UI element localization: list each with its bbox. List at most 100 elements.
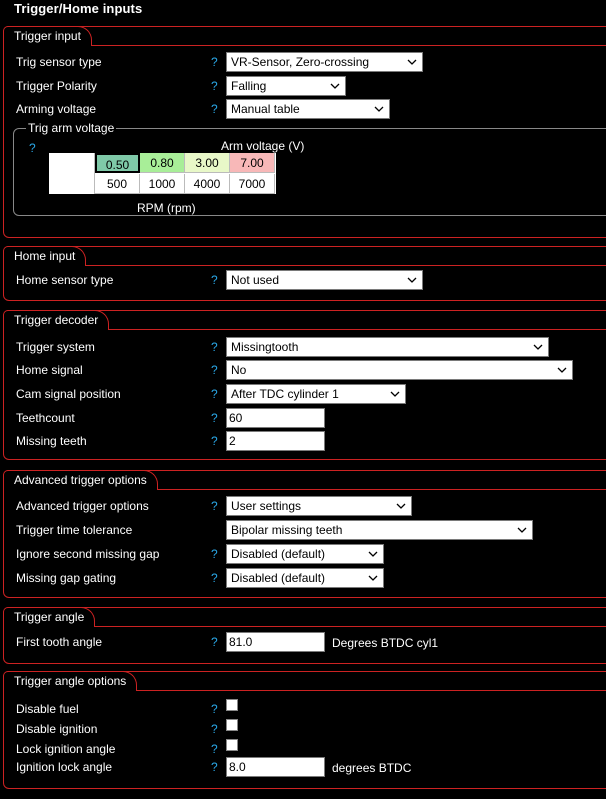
help-icon[interactable]: ? <box>211 55 218 69</box>
help-icon[interactable]: ? <box>211 722 218 736</box>
ignition-lock-angle-input[interactable]: 8.0 <box>226 757 325 777</box>
select-value: User settings <box>231 499 302 513</box>
section-header: Trigger input <box>3 26 606 46</box>
help-icon[interactable]: ? <box>211 273 218 287</box>
field-label: Ignore second missing gap <box>16 547 160 561</box>
trig-sensor-type-select[interactable]: VR-Sensor, Zero-crossing <box>226 52 423 72</box>
section-trigger-input: Trigger input Trig sensor type ? VR-Sens… <box>3 26 606 238</box>
chevron-down-icon <box>407 277 417 283</box>
section-trigger-angle: Trigger angle First tooth angle ? 81.0 D… <box>3 607 606 664</box>
section-advanced-trigger-options: Advanced trigger options Advanced trigge… <box>3 470 606 598</box>
select-value: Bipolar missing teeth <box>231 523 343 537</box>
help-icon[interactable]: ? <box>211 434 218 448</box>
chevron-down-icon <box>368 551 378 557</box>
voltage-cell[interactable]: 0.50 <box>95 153 140 173</box>
select-value: Disabled (default) <box>231 547 326 561</box>
trig-arm-voltage-group: Trig arm voltage ? Arm voltage (V) 0.50 … <box>13 121 606 216</box>
help-icon[interactable]: ? <box>211 102 218 116</box>
trigger-time-tolerance-select[interactable]: Bipolar missing teeth <box>226 520 533 540</box>
select-value: No <box>231 363 247 377</box>
voltage-cell[interactable]: 7.00 <box>230 153 275 173</box>
advanced-trigger-options-select[interactable]: User settings <box>226 496 412 516</box>
disable-ignition-checkbox[interactable] <box>226 719 238 731</box>
cam-signal-position-select[interactable]: After TDC cylinder 1 <box>226 384 406 404</box>
chevron-down-icon <box>517 527 527 533</box>
table-corner <box>49 153 95 194</box>
field-label: Home sensor type <box>16 273 114 287</box>
help-icon[interactable]: ? <box>211 363 218 377</box>
chevron-down-icon <box>368 575 378 581</box>
field-label: Trigger Polarity <box>16 79 97 93</box>
help-icon[interactable]: ? <box>211 499 218 513</box>
field-label: Disable fuel <box>16 702 79 716</box>
help-icon[interactable]: ? <box>211 702 218 716</box>
unit-label: degrees BTDC <box>332 761 412 775</box>
section-header: Trigger decoder <box>3 310 606 330</box>
select-value: Disabled (default) <box>231 571 326 585</box>
field-label: Disable ignition <box>16 722 98 736</box>
help-icon[interactable]: ? <box>211 387 218 401</box>
rpm-cell[interactable]: 1000 <box>140 174 185 194</box>
chevron-down-icon <box>407 59 417 65</box>
section-header: Home input <box>3 246 606 266</box>
section-trigger-decoder: Trigger decoder Trigger system ? Missing… <box>3 310 606 460</box>
trigger-polarity-select[interactable]: Falling <box>226 76 346 96</box>
select-value: Missingtooth <box>231 340 299 354</box>
select-value: Manual table <box>231 102 300 116</box>
field-label: First tooth angle <box>16 635 103 649</box>
field-label: Home signal <box>16 363 83 377</box>
disable-fuel-checkbox[interactable] <box>226 699 238 711</box>
field-label: Trigger system <box>16 340 95 354</box>
field-label: Missing gap gating <box>16 571 117 585</box>
field-label: Ignition lock angle <box>16 760 113 774</box>
help-icon[interactable]: ? <box>211 547 218 561</box>
select-value: After TDC cylinder 1 <box>231 387 339 401</box>
missing-teeth-input[interactable]: 2 <box>226 431 325 451</box>
chevron-down-icon <box>557 367 567 373</box>
lock-ignition-angle-checkbox[interactable] <box>226 739 238 751</box>
missing-gap-gating-select[interactable]: Disabled (default) <box>226 568 384 588</box>
trigger-system-select[interactable]: Missingtooth <box>226 337 549 357</box>
section-header: Trigger angle <box>3 607 606 627</box>
teethcount-input[interactable]: 60 <box>226 408 325 428</box>
section-trigger-angle-options: Trigger angle options Disable fuel ? Dis… <box>3 671 606 789</box>
unit-label: Degrees BTDC cyl1 <box>332 636 439 650</box>
help-icon[interactable]: ? <box>211 340 218 354</box>
arm-voltage-table: 0.50 0.80 3.00 7.00 500 1000 4000 7000 <box>49 153 276 194</box>
page-title: Trigger/Home inputs <box>14 1 143 16</box>
help-icon[interactable]: ? <box>211 571 218 585</box>
field-label: Lock ignition angle <box>16 742 116 756</box>
voltage-cell[interactable]: 0.80 <box>140 153 185 173</box>
help-icon[interactable]: ? <box>211 79 218 93</box>
home-sensor-type-select[interactable]: Not used <box>226 270 423 290</box>
first-tooth-angle-input[interactable]: 81.0 <box>226 632 325 652</box>
help-icon[interactable]: ? <box>29 141 36 155</box>
home-signal-select[interactable]: No <box>226 360 573 380</box>
voltage-cell[interactable]: 3.00 <box>185 153 230 173</box>
field-label: Cam signal position <box>16 387 121 401</box>
help-icon[interactable]: ? <box>211 742 218 756</box>
field-label: Trig sensor type <box>16 55 102 69</box>
section-header: Advanced trigger options <box>3 470 606 490</box>
help-icon[interactable]: ? <box>211 760 218 774</box>
field-label: Missing teeth <box>16 434 87 448</box>
select-value: Falling <box>231 79 267 93</box>
field-label: Teethcount <box>16 411 75 425</box>
rpm-cell[interactable]: 4000 <box>185 174 230 194</box>
table-x-label: RPM (rpm) <box>137 201 196 215</box>
field-label: Trigger time tolerance <box>16 523 133 537</box>
help-icon[interactable]: ? <box>211 411 218 425</box>
section-home-input: Home input Home sensor type ? Not used <box>3 246 606 301</box>
ignore-second-missing-gap-select[interactable]: Disabled (default) <box>226 544 384 564</box>
help-icon[interactable]: ? <box>211 635 218 649</box>
chevron-down-icon <box>374 106 384 112</box>
field-label: Arming voltage <box>16 102 97 116</box>
select-value: Not used <box>231 273 280 287</box>
select-value: VR-Sensor, Zero-crossing <box>231 55 370 69</box>
rpm-cell[interactable]: 500 <box>95 174 140 194</box>
chevron-down-icon <box>390 391 400 397</box>
field-label: Advanced trigger options <box>16 499 149 513</box>
chevron-down-icon <box>396 503 406 509</box>
rpm-cell[interactable]: 7000 <box>230 174 275 194</box>
arming-voltage-select[interactable]: Manual table <box>226 99 390 119</box>
